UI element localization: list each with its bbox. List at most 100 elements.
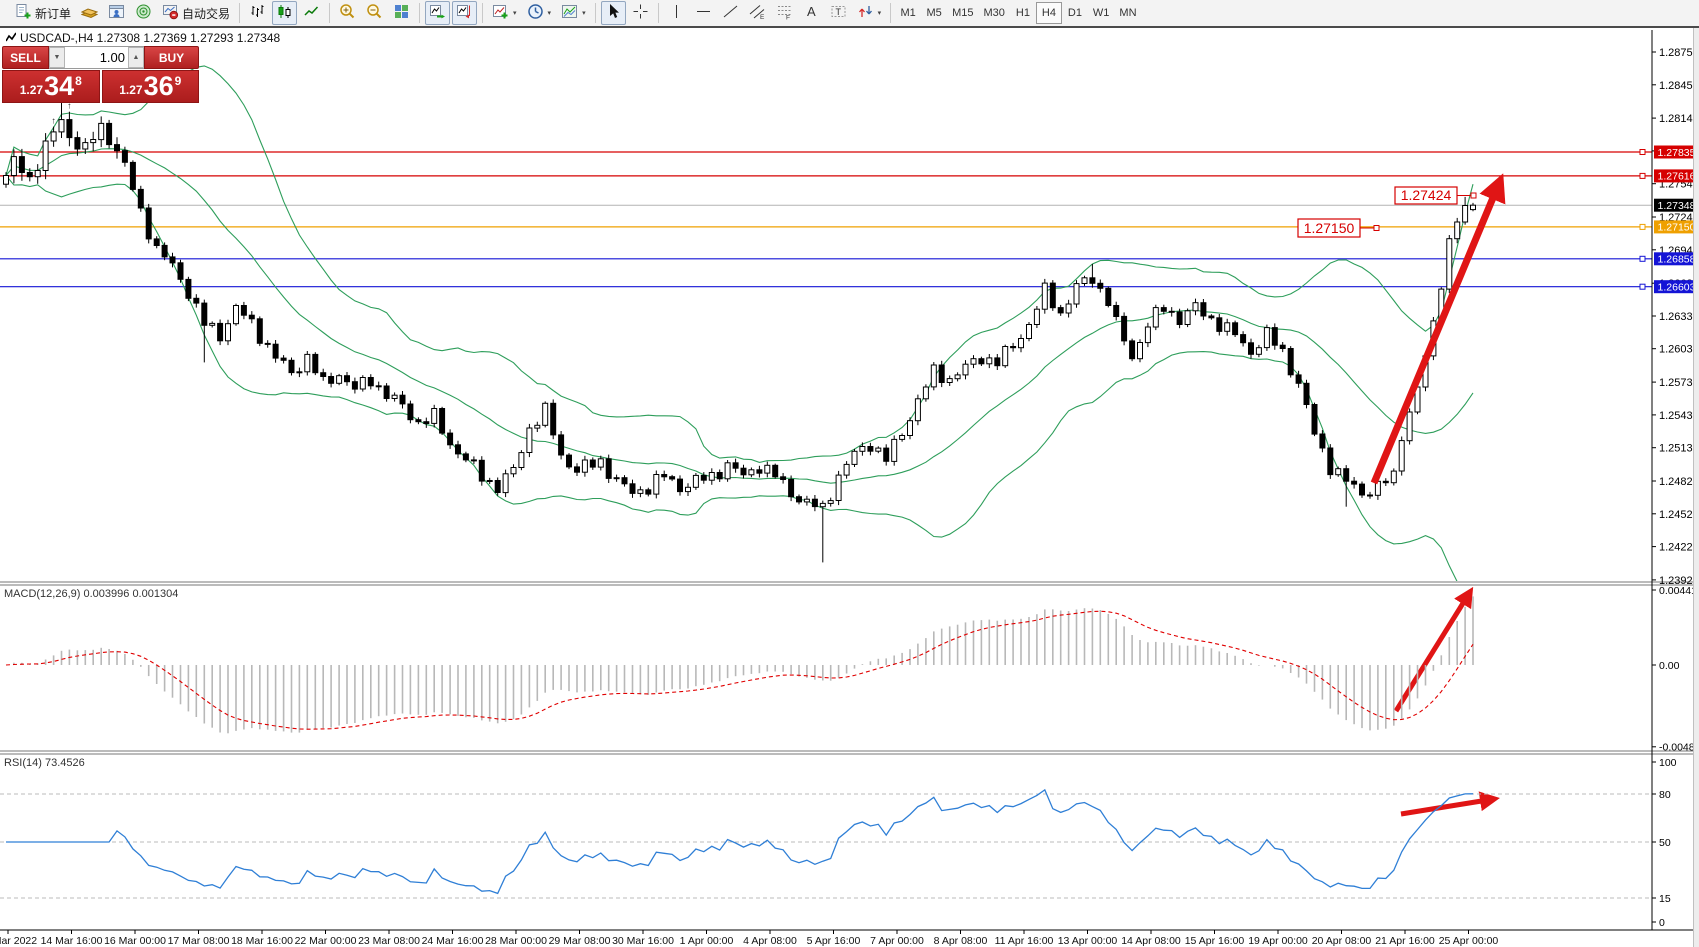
timeframe-m15-button[interactable]: M15 [947,2,978,24]
profiles-book-icon [81,3,98,23]
buy-price-display[interactable]: 1.27 36 9 [102,70,200,103]
arrow-objects-icon [857,3,874,23]
toolbar: 新订单 自动交易 ▾ ▾ ▾ E F A T ▾ M1M5M15M30H1H4D1W1MN [0,0,1699,28]
toolbar-horizontal-line-button[interactable] [691,1,716,25]
fibonacci-icon: F [776,3,793,23]
toolbar-autotrading-label: 自动交易 [182,5,230,22]
toolbar-auto-scroll-button[interactable] [425,1,450,25]
macd-name: MACD(12,26,9) [4,588,80,600]
toolbar-templates-button[interactable]: ▾ [557,1,590,25]
symbol-info: USDCAD-,H4 1.27308 1.27369 1.27293 1.273… [6,31,280,45]
toolbar-equidistant-channel-button[interactable]: E [745,1,770,25]
timeframe-h4-button[interactable]: H4 [1036,2,1062,24]
toolbar-candlestick-chart-button[interactable] [272,1,297,25]
timeframe-w1-button[interactable]: W1 [1088,2,1115,24]
timeframe-h1-button[interactable]: H1 [1010,2,1036,24]
toolbar-autotrading-button[interactable]: 自动交易 [158,1,234,25]
svg-text:T: T [835,7,841,17]
sell-price-display[interactable]: 1.27 34 8 [2,70,100,103]
toolbar-zoom-in-button[interactable] [335,1,360,25]
zoom-in-icon [339,3,356,23]
toolbar-separator [329,3,330,23]
mt4-terminal-window: { "toolbar": { "groups": [ {"name":"trad… [0,0,1699,947]
horizontal-line-icon [695,3,712,23]
text-a-icon: A [803,3,820,23]
volume-input[interactable] [65,47,128,68]
bar-chart-icon [249,3,266,23]
macd-indicator-label: MACD(12,26,9) 0.003996 0.001304 [4,588,178,600]
toolbar-text-button[interactable]: A [799,1,824,25]
templates-icon [561,3,578,23]
chart-shift-icon [456,3,473,23]
toolbar-separator [658,3,659,23]
toolbar-bar-chart-button[interactable] [245,1,270,25]
vertical-line-icon [668,3,685,23]
toolbar-fibonacci-button[interactable]: F [772,1,797,25]
sell-button[interactable]: SELL [2,46,49,69]
dropdown-caret-icon: ▾ [548,9,552,17]
toolbar-text-label-button[interactable]: T [826,1,851,25]
volume-decrease-button[interactable]: ▼ [49,47,65,68]
toolbar-profiles-button[interactable] [77,1,102,25]
toolbar-trend-line-button[interactable] [718,1,743,25]
window-edge-strip [1693,28,1699,947]
volume-stepper: ▼ ▲ [49,46,144,69]
main-chart-area[interactable] [0,30,1652,581]
rsi-name: RSI(14) [4,757,42,769]
trend-line-icon [722,3,739,23]
volume-increase-button[interactable]: ▲ [128,47,144,68]
timeframe-m5-button[interactable]: M5 [921,2,947,24]
clock-icon [527,3,544,23]
macd-panel-area[interactable] [0,586,1652,750]
buy-price-big: 36 [144,74,174,100]
toolbar-arrows-button[interactable]: ▾ [853,1,886,25]
toolbar-zoom-out-button[interactable] [362,1,387,25]
chart-canvas: ↑↑↑1.274241.271501.287501.284501.281451.… [0,0,1699,947]
time-axis[interactable] [0,931,1652,947]
svg-text:A: A [807,4,816,19]
tile-windows-icon [393,3,410,23]
toolbar-tile-windows-button[interactable] [389,1,414,25]
toolbar-periods-button[interactable]: ▾ [523,1,556,25]
toolbar-separator [482,3,483,23]
toolbar-vertical-line-button[interactable] [664,1,689,25]
price-axis[interactable] [1652,30,1698,930]
market-watch-icon [108,3,125,23]
toolbar-chart-shift-button[interactable] [452,1,477,25]
toolbar-separator [239,3,240,23]
toolbar-indicators-button[interactable]: ▾ [488,1,521,25]
sell-price-sup: 8 [75,74,82,88]
toolbar-cursor-button[interactable] [601,1,626,25]
timeframe-m1-button[interactable]: M1 [895,2,921,24]
rsi-value: 73.4526 [45,757,85,769]
zoom-out-icon [366,3,383,23]
dropdown-caret-icon: ▾ [513,9,517,17]
toolbar-crosshair-button[interactable] [628,1,653,25]
candlestick-icon [276,3,293,23]
rsi-panel-area[interactable] [0,755,1652,929]
toolbar-new-order-button[interactable]: 新订单 [11,1,75,25]
crosshair-icon [632,3,649,23]
toolbar-new-order-label: 新订单 [35,5,71,22]
dropdown-caret-icon: ▾ [582,9,586,17]
svg-text:F: F [786,15,790,21]
auto-scroll-icon [429,3,446,23]
toolbar-separator [595,3,596,23]
macd-signal-value: 0.001304 [132,588,178,600]
buy-price-small: 1.27 [119,83,142,97]
autotrading-icon [162,3,179,23]
text-label-icon: T [830,3,847,23]
toolbar-line-chart-button[interactable] [299,1,324,25]
timeframe-d1-button[interactable]: D1 [1062,2,1088,24]
toolbar-navigator-button[interactable] [131,1,156,25]
symbol-info-text: USDCAD-,H4 1.27308 1.27369 1.27293 1.273… [20,31,280,45]
buy-button[interactable]: BUY [144,46,199,69]
timeframe-mn-button[interactable]: MN [1114,2,1141,24]
timeframe-m30-button[interactable]: M30 [979,2,1010,24]
toolbar-separator [419,3,420,23]
dropdown-caret-icon: ▾ [878,9,882,17]
toolbar-market-watch-button[interactable] [104,1,129,25]
navigator-icon [135,3,152,23]
sell-price-small: 1.27 [20,83,43,97]
new-order-icon [15,3,32,23]
